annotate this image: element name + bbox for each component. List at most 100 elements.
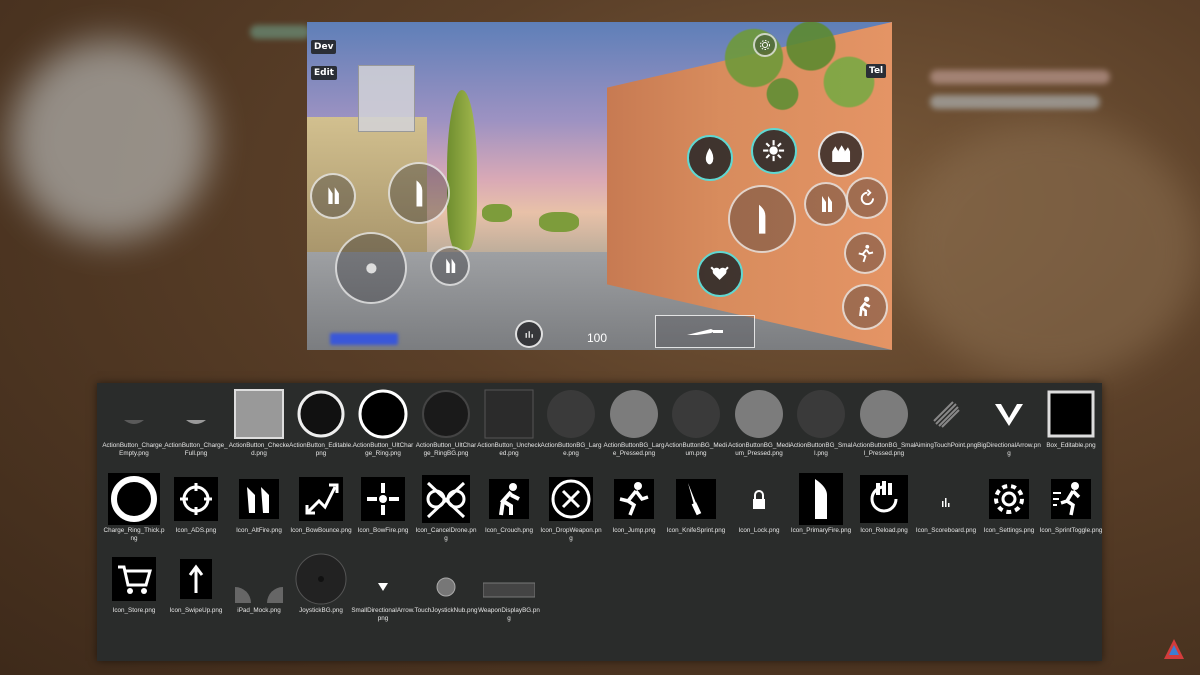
asset-filename: ActionButton_Charge_Empty.png	[102, 442, 166, 457]
asset-filename: TouchJoystickNub.png	[414, 607, 478, 614]
knifesprint-icon	[670, 473, 722, 525]
asset-filename: ActionButton_UltCharge_RingBG.png	[415, 442, 477, 457]
primaryfire-icon	[795, 473, 847, 525]
asset-item[interactable]: ActionButton_Charge_Empty.png	[102, 388, 166, 458]
asset-item[interactable]: Icon_Lock.png	[728, 473, 790, 535]
primary-fire-left-hud-button[interactable]	[388, 162, 450, 224]
ultimate-icon	[710, 266, 730, 281]
asset-item[interactable]: iPad_Mock.png	[228, 553, 290, 615]
asset-filename: Icon_BowBounce.png	[290, 527, 352, 534]
asset-item[interactable]: Icon_DropWeapon.png	[540, 473, 602, 543]
asset-item[interactable]: Icon_Jump.png	[603, 473, 665, 535]
asset-item[interactable]: ActionButtonBG_Large_Pressed.png	[603, 388, 665, 458]
asset-item[interactable]: JoystickBG.png	[290, 553, 352, 615]
editable-icon	[295, 388, 347, 440]
weapon-display[interactable]	[655, 315, 755, 348]
asset-item[interactable]: Icon_KnifeSprint.png	[665, 473, 727, 535]
asset-item[interactable]: ActionButton_UltCharge_RingBG.png	[415, 388, 477, 458]
gear-icon	[760, 40, 770, 50]
background-blob	[900, 120, 1200, 380]
sprinttoggle-icon	[1045, 473, 1097, 525]
bullets-icon	[328, 187, 340, 205]
asset-item[interactable]: Icon_Reload.png	[853, 473, 915, 535]
bg-small-pressed-icon	[858, 388, 910, 440]
ammo-count: 100	[587, 331, 608, 345]
asset-item[interactable]: ActionButton_Editable.png	[289, 388, 353, 458]
asset-item[interactable]: ActionButton_Unchecked.png	[477, 388, 541, 458]
asset-item[interactable]: Icon_Scoreboard.png	[915, 473, 977, 535]
asset-filename: Icon_ADS.png	[175, 527, 217, 534]
alt-fire-hud-button-2[interactable]	[430, 246, 470, 286]
alt-fire-hud-button[interactable]	[310, 173, 356, 219]
ability-3-hud-button[interactable]	[818, 131, 864, 177]
primary-fire-hud-button[interactable]	[728, 185, 796, 253]
store-icon	[108, 553, 160, 605]
scene-hedge	[539, 212, 579, 232]
asset-item[interactable]: ActionButton_Checked.png	[228, 388, 290, 458]
canceldrone-icon	[420, 473, 472, 525]
asset-filename: Icon_DropWeapon.png	[540, 527, 602, 542]
asset-item[interactable]: AimingTouchPoint.png	[915, 388, 977, 450]
asset-item[interactable]: ActionButtonBG_Medium.png	[665, 388, 727, 458]
scoreboard-hud-button[interactable]	[515, 320, 543, 348]
ultimate-hud-button[interactable]	[697, 251, 743, 297]
joystick[interactable]	[335, 232, 407, 304]
asset-filename: Icon_Jump.png	[612, 527, 656, 534]
weapon-display-bg-icon	[483, 553, 535, 605]
asset-filename: Icon_BowFire.png	[357, 527, 409, 534]
asset-item[interactable]: ActionButtonBG_Medium_Pressed.png	[728, 388, 790, 458]
asset-item[interactable]: SmallDirectionalArrow.png	[351, 553, 415, 623]
asset-item[interactable]: Icon_Crouch.png	[478, 473, 540, 535]
reload-hud-button[interactable]	[846, 177, 888, 219]
scoreboard-icon	[920, 473, 972, 525]
unchecked-icon	[483, 388, 535, 440]
asset-filename: Box_Editable.png	[1046, 442, 1096, 449]
asset-item[interactable]: ActionButtonBG_Large.png	[540, 388, 602, 458]
asset-item[interactable]: Icon_ADS.png	[165, 473, 227, 535]
asset-item[interactable]: Icon_SwipeUp.png	[165, 553, 227, 615]
asset-item[interactable]: Icon_CancelDrone.png	[415, 473, 477, 543]
asset-item[interactable]: Box_Editable.png	[1040, 388, 1102, 450]
checked-icon	[233, 388, 285, 440]
asset-item[interactable]: TouchJoystickNub.png	[414, 553, 478, 615]
crouch-hud-button[interactable]	[842, 284, 888, 330]
tel-button[interactable]: Tel	[866, 64, 887, 78]
alt-fire-right-hud-button[interactable]	[804, 182, 848, 226]
asset-item[interactable]: ActionButton_Charge_Full.png	[164, 388, 228, 458]
asset-item[interactable]: Charge_Ring_Thick.png	[103, 473, 165, 543]
asset-item[interactable]: Icon_Store.png	[103, 553, 165, 615]
asset-filename: Icon_Reload.png	[860, 527, 908, 534]
ability-2-hud-button[interactable]	[751, 128, 797, 174]
bullet-icon	[758, 204, 766, 234]
flame-icon	[706, 148, 714, 165]
dev-button[interactable]: Dev	[311, 40, 337, 54]
jump-icon	[858, 244, 873, 262]
asset-item[interactable]: WeaponDisplayBG.png	[478, 553, 540, 623]
asset-item[interactable]: BigDirectionalArrow.png	[977, 388, 1041, 458]
asset-item[interactable]: Icon_BowBounce.png	[290, 473, 352, 535]
asset-item[interactable]: Icon_SprintToggle.png	[1040, 473, 1102, 535]
asset-filename: ActionButtonBG_Medium.png	[665, 442, 727, 457]
asset-item[interactable]: ActionButton_UltCharge_Ring.png	[352, 388, 414, 458]
asset-item[interactable]: Icon_AltFire.png	[228, 473, 290, 535]
asset-item[interactable]: Icon_PrimaryFire.png	[790, 473, 852, 535]
knife-icon	[687, 328, 723, 335]
settings-icon	[983, 473, 1035, 525]
bg-medium-pressed-icon	[733, 388, 785, 440]
swipeup-icon	[170, 553, 222, 605]
crouch-icon	[483, 473, 535, 525]
ability-1-hud-button[interactable]	[687, 135, 733, 181]
jump-hud-button[interactable]	[844, 232, 886, 274]
ipad-mock-icon	[233, 553, 285, 605]
asset-filename: Icon_SprintToggle.png	[1039, 527, 1103, 534]
asset-item[interactable]: Icon_Settings.png	[978, 473, 1040, 535]
asset-item[interactable]: Icon_BowFire.png	[352, 473, 414, 535]
channel-logo-icon	[1164, 639, 1184, 659]
asset-filename: ActionButton_UltCharge_Ring.png	[352, 442, 414, 457]
asset-item[interactable]: ActionButtonBG_Small.png	[790, 388, 852, 458]
edit-button[interactable]: Edit	[311, 66, 337, 80]
settings-hud-button[interactable]	[753, 33, 777, 57]
bullets-icon	[446, 258, 456, 274]
asset-item[interactable]: ActionButtonBG_Small_Pressed.png	[853, 388, 915, 458]
asset-filename: ActionButtonBG_Large.png	[540, 442, 602, 457]
